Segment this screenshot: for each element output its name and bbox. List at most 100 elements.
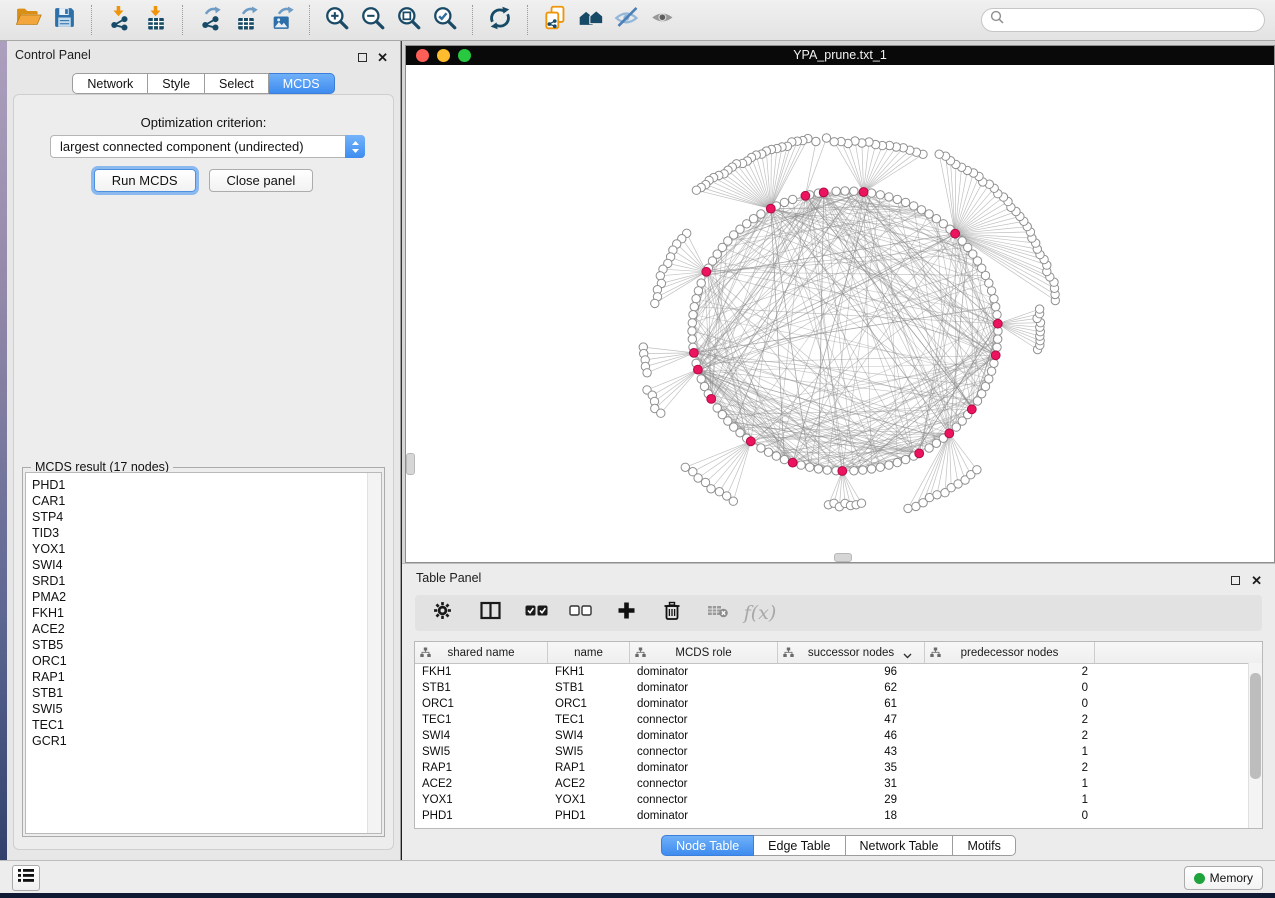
table-row[interactable]: TEC1TEC1connector472	[415, 712, 1262, 728]
add-column-button[interactable]	[609, 598, 643, 628]
table-row[interactable]: SWI5SWI5connector431	[415, 744, 1262, 760]
clone-network-button[interactable]	[537, 3, 573, 37]
column-header-shared-name[interactable]: shared name	[415, 642, 548, 663]
mcds-result-item[interactable]: SWI5	[32, 701, 362, 717]
delete-table-button[interactable]	[701, 598, 735, 628]
table-row[interactable]: YOX1YOX1connector291	[415, 792, 1262, 808]
table-cell: FKH1	[415, 664, 548, 680]
list-icon	[18, 868, 34, 888]
criterion-select[interactable]: largest connected component (undirected)	[50, 135, 365, 158]
export-image-button[interactable]	[264, 3, 300, 37]
control-panel: Control Panel ✕ Network Style Select MCD…	[7, 41, 401, 860]
tab-network[interactable]: Network	[72, 73, 148, 94]
toolbar-separator	[91, 5, 92, 35]
search-box[interactable]	[981, 8, 1265, 32]
save-session-button[interactable]	[46, 3, 82, 37]
table-row[interactable]: SWI4SWI4dominator462	[415, 728, 1262, 744]
refresh-view-button[interactable]	[482, 3, 518, 37]
mcds-result-item[interactable]: YOX1	[32, 541, 362, 557]
network-window-titlebar[interactable]: YPA_prune.txt_1	[406, 46, 1274, 65]
export-table-button[interactable]	[228, 3, 264, 37]
desktop: Control Panel ✕ Network Style Select MCD…	[0, 0, 1275, 898]
column-header-successor-nodes[interactable]: successor nodes	[778, 642, 925, 663]
mcds-result-item[interactable]: STB1	[32, 685, 362, 701]
column-header-name[interactable]: name	[548, 642, 630, 663]
table-row[interactable]: FKH1FKH1dominator962	[415, 664, 1262, 680]
column-header-filler	[1095, 642, 1262, 663]
optimization-criterion-label: Optimization criterion:	[14, 115, 393, 130]
table-cell: ORC1	[415, 696, 548, 712]
select-all-button[interactable]	[519, 598, 553, 628]
network-graph[interactable]	[406, 65, 1272, 560]
zoom-fit-button[interactable]	[391, 3, 427, 37]
function-builder-button[interactable]: f(x)	[743, 598, 777, 628]
close-panel-icon[interactable]: ✕	[1251, 572, 1262, 590]
table-row[interactable]: ACE2ACE2connector311	[415, 776, 1262, 792]
first-neighbors-button[interactable]	[573, 3, 609, 37]
table-cell: 1	[925, 792, 1095, 808]
table-cell: 29	[778, 792, 925, 808]
table-row[interactable]: ORC1ORC1dominator610	[415, 696, 1262, 712]
split-view-button[interactable]	[473, 598, 507, 628]
table-cell: 0	[925, 696, 1095, 712]
export-network-button[interactable]	[192, 3, 228, 37]
table-scrollbar-thumb[interactable]	[1250, 673, 1261, 779]
zoom-out-button[interactable]	[355, 3, 391, 37]
tab-edge-table[interactable]: Edge Table	[754, 835, 845, 856]
table-row[interactable]: STB1STB1dominator620	[415, 680, 1262, 696]
table-row[interactable]: PHD1PHD1dominator180	[415, 808, 1262, 824]
table-settings-button[interactable]	[425, 598, 459, 628]
mcds-result-item[interactable]: STB5	[32, 637, 362, 653]
column-header-predecessor-nodes[interactable]: predecessor nodes	[925, 642, 1095, 663]
mcds-result-item[interactable]: SWI4	[32, 557, 362, 573]
table-cell: TEC1	[415, 712, 548, 728]
open-session-button[interactable]	[10, 3, 46, 37]
column-header-mcds-role[interactable]: MCDS role	[630, 642, 778, 663]
network-vscroll-thumb[interactable]	[406, 453, 415, 475]
table-cell: FKH1	[548, 664, 630, 680]
workspace-region: YPA_prune.txt_1 Table Panel ✕	[402, 41, 1275, 860]
log-console-button[interactable]	[12, 865, 40, 891]
tab-motifs[interactable]: Motifs	[953, 835, 1015, 856]
mcds-result-list[interactable]: PHD1CAR1STP4TID3YOX1SWI4SRD1PMA2FKH1ACE2…	[25, 472, 382, 834]
tab-node-table[interactable]: Node Table	[661, 835, 754, 856]
mcds-result-item[interactable]: GCR1	[32, 733, 362, 749]
table-row[interactable]: RAP1RAP1dominator352	[415, 760, 1262, 776]
search-input[interactable]	[1005, 12, 1256, 28]
mcds-result-item[interactable]: TEC1	[32, 717, 362, 733]
zoom-in-button[interactable]	[319, 3, 355, 37]
network-canvas[interactable]	[406, 65, 1274, 562]
mcds-result-item[interactable]: TID3	[32, 525, 362, 541]
memory-button[interactable]: Memory	[1184, 866, 1263, 890]
delete-column-button[interactable]	[655, 598, 689, 628]
float-window-icon[interactable]	[358, 49, 367, 67]
run-mcds-button[interactable]: Run MCDS	[94, 169, 196, 192]
tab-select[interactable]: Select	[205, 73, 269, 94]
chevron-down-icon[interactable]	[903, 650, 912, 662]
table-scrollbar[interactable]	[1248, 663, 1262, 828]
tab-network-table[interactable]: Network Table	[846, 835, 954, 856]
mcds-result-item[interactable]: RAP1	[32, 669, 362, 685]
show-all-button[interactable]	[645, 3, 681, 37]
mcds-result-item[interactable]: PHD1	[32, 477, 362, 493]
close-panel-button[interactable]: Close panel	[209, 169, 314, 192]
mcds-result-item[interactable]: ORC1	[32, 653, 362, 669]
import-network-button[interactable]	[101, 3, 137, 37]
mcds-result-item[interactable]: FKH1	[32, 605, 362, 621]
tab-style[interactable]: Style	[148, 73, 205, 94]
network-hscroll-thumb[interactable]	[834, 553, 852, 562]
mcds-result-item[interactable]: STP4	[32, 509, 362, 525]
zoom-selected-button[interactable]	[427, 3, 463, 37]
table-cell: 18	[778, 808, 925, 824]
mcds-result-item[interactable]: PMA2	[32, 589, 362, 605]
import-table-button[interactable]	[137, 3, 173, 37]
hide-selected-button[interactable]	[609, 3, 645, 37]
deselect-all-button[interactable]	[563, 598, 597, 628]
close-panel-icon[interactable]: ✕	[377, 49, 388, 67]
tab-mcds[interactable]: MCDS	[269, 73, 335, 94]
mcds-result-item[interactable]: SRD1	[32, 573, 362, 589]
mcds-result-item[interactable]: CAR1	[32, 493, 362, 509]
mcds-list-scrollbar[interactable]	[367, 473, 381, 833]
float-window-icon[interactable]	[1231, 572, 1240, 590]
mcds-result-item[interactable]: ACE2	[32, 621, 362, 637]
